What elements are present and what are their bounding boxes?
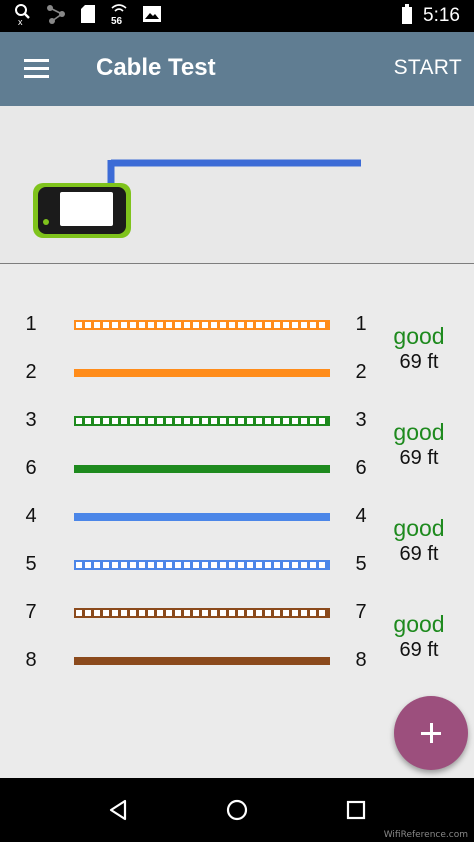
status-icons: x 56 [14,3,162,30]
pair-status: good 69 ft [380,515,458,567]
pair-length: 69 ft [399,351,439,373]
left-pin-label: 7 [25,601,37,623]
start-button[interactable]: START [394,56,462,80]
status-bar: x 56 5:16 [0,0,474,32]
image-icon [142,5,162,28]
cable-map-graphic [33,159,361,238]
menu-icon[interactable] [24,59,49,79]
right-pin-label: 1 [355,313,367,335]
right-pin-label: 8 [355,649,367,671]
right-pin-label: 7 [355,601,367,623]
tester-device-icon [33,183,131,238]
wire-1 [74,320,330,330]
app-bar: Cable Test START [0,32,474,106]
wire-2 [74,369,330,377]
pair-result: good [393,419,445,445]
clock: 5:16 [423,5,460,26]
home-icon[interactable] [225,798,249,827]
pair-length: 69 ft [399,639,439,661]
wiremap-list: 1 1 2 2 3 3 6 6 4 4 5 5 7 7 8 8 good 69 ft good 69 ft good 69… [0,264,474,778]
network-icon: 56 [110,3,128,30]
left-pin-label: 1 [25,313,37,335]
pair-length: 69 ft [399,543,439,565]
map-wire [107,159,361,184]
add-button[interactable] [394,696,468,770]
right-pin-label: 4 [355,505,367,527]
network-label: 56 [111,16,123,25]
share-icon [46,4,66,29]
pair-result: good [393,323,445,349]
wire-4 [74,513,330,521]
wire-5 [74,560,330,570]
wire-3 [74,416,330,426]
right-pin-label: 3 [355,409,367,431]
wire-8 [74,657,330,665]
right-pin-label: 2 [355,361,367,383]
pair-status: good 69 ft [380,419,458,471]
pair-status: good 69 ft [380,323,458,375]
cable-map-diagram [0,106,474,263]
navigation-bar: WifiReference.com [0,778,474,842]
status-right: 5:16 [401,3,460,29]
wire-6 [74,465,330,473]
watermark: WifiReference.com [383,830,468,840]
pair-length: 69 ft [399,447,439,469]
svg-text:x: x [18,17,23,25]
wire-7 [74,608,330,618]
right-pin-label: 5 [355,553,367,575]
back-icon[interactable] [106,798,130,827]
recents-icon[interactable] [344,798,368,827]
right-pin-label: 6 [355,457,367,479]
pair-result: good [393,611,445,637]
page-title: Cable Test [96,54,216,81]
search-x-icon: x [14,3,32,30]
sd-card-icon [80,4,96,29]
pair-status: good 69 ft [380,611,458,663]
left-pin-label: 5 [25,553,37,575]
left-pin-label: 4 [25,505,37,527]
left-pin-label: 2 [25,361,37,383]
left-pin-label: 3 [25,409,37,431]
left-pin-label: 6 [25,457,37,479]
pair-result: good [393,515,445,541]
left-pin-label: 8 [25,649,37,671]
battery-icon [401,3,413,29]
